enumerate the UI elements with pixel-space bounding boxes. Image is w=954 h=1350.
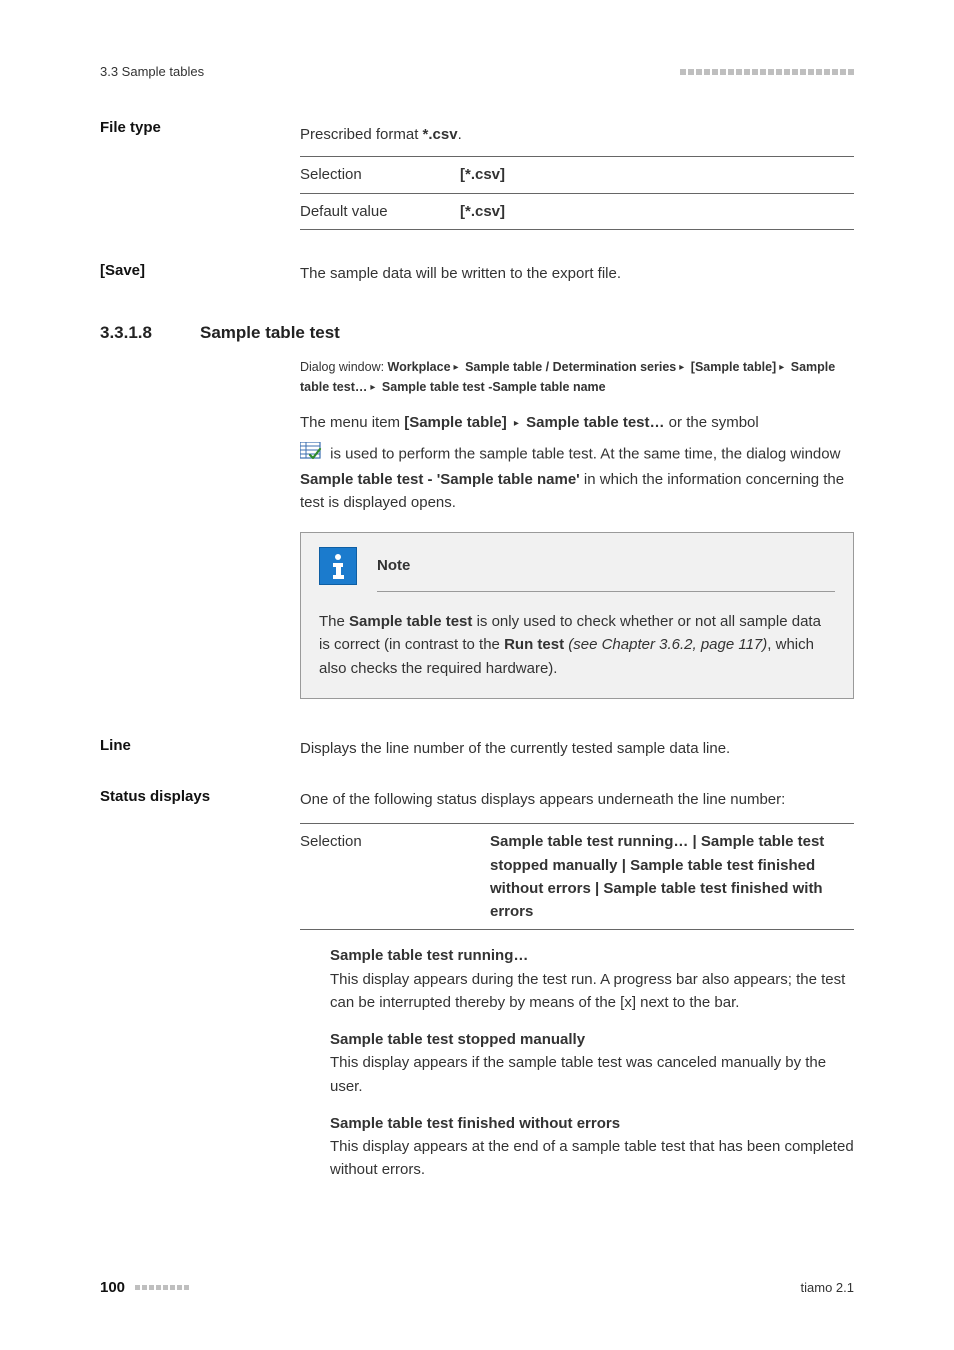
text: or the symbol xyxy=(665,414,759,431)
page-footer: 100 tiamo 2.1 xyxy=(100,1279,854,1296)
kv-row: Selection Sample table test running… | S… xyxy=(300,828,854,925)
text-bold: Sample table test - 'Sample table name' xyxy=(300,471,580,488)
kv-key: Default value xyxy=(300,200,460,223)
divider xyxy=(300,156,854,157)
kv-val: [*.csv] xyxy=(460,200,505,223)
section-title: Sample table test xyxy=(200,323,854,343)
body-paragraph: The menu item [Sample table] ▸ Sample ta… xyxy=(300,411,854,434)
chevron-right-icon: ▸ xyxy=(679,360,684,376)
prescribed-prefix: Prescribed format xyxy=(300,126,423,143)
note-title: Note xyxy=(377,554,410,577)
breadcrumb-prefix: Dialog window: xyxy=(300,360,388,374)
divider xyxy=(300,823,854,824)
footer-dots xyxy=(135,1285,189,1290)
line-body: Displays the line number of the currentl… xyxy=(300,737,854,760)
kv-val: [*.csv] xyxy=(460,163,505,186)
breadcrumb-part: Workplace xyxy=(388,360,451,374)
header-dots xyxy=(680,69,854,75)
divider xyxy=(300,929,854,930)
text: The menu item xyxy=(300,414,404,431)
divider xyxy=(300,229,854,230)
text: The xyxy=(319,613,349,630)
kv-key: Selection xyxy=(300,830,490,853)
status-selection-values: Sample table test running… | Sample tabl… xyxy=(490,830,854,923)
page-number: 100 xyxy=(100,1279,125,1296)
prescribed-suffix: . xyxy=(458,126,462,143)
breadcrumb-part: Sample table test -Sample table name xyxy=(382,380,606,394)
prescribed-format-text: Prescribed format *.csv. xyxy=(300,123,854,146)
breadcrumb: Dialog window: Workplace▸ Sample table /… xyxy=(300,357,854,397)
page-header: 3.3 Sample tables xyxy=(100,64,854,79)
status-def-title: Sample table test finished without error… xyxy=(330,1112,854,1135)
status-option: Sample table test running… xyxy=(490,833,688,850)
divider xyxy=(377,591,835,592)
divider xyxy=(300,193,854,194)
file-type-block: File type Prescribed format *.csv. Selec… xyxy=(100,119,854,234)
chevron-right-icon: ▸ xyxy=(514,416,519,432)
text-bold: Sample table test xyxy=(349,613,472,630)
status-definition: Sample table test running… This display … xyxy=(330,944,854,1014)
status-label: Status displays xyxy=(100,788,300,1182)
kv-row: Selection [*.csv] xyxy=(300,161,854,188)
breadcrumb-part: Sample table / Determination series xyxy=(465,360,676,374)
save-label: [Save] xyxy=(100,262,300,285)
line-block: Line Displays the line number of the cur… xyxy=(100,737,854,760)
section-number: 3.3.1.8 xyxy=(100,323,200,343)
footer-product: tiamo 2.1 xyxy=(801,1280,854,1295)
save-body: The sample data will be written to the e… xyxy=(300,262,854,285)
sample-table-test-icon xyxy=(300,442,322,467)
breadcrumb-part: [Sample table] xyxy=(691,360,776,374)
file-type-label: File type xyxy=(100,119,300,234)
status-definition: Sample table test stopped manually This … xyxy=(330,1028,854,1098)
text-italic: (see Chapter 3.6.2, page 117) xyxy=(564,636,767,653)
status-def-title: Sample table test running… xyxy=(330,944,854,967)
header-section: 3.3 Sample tables xyxy=(100,64,204,79)
body-paragraph: is used to perform the sample table test… xyxy=(300,442,854,514)
section-heading: 3.3.1.8 Sample table test xyxy=(100,323,854,343)
note-text: The Sample table test is only used to ch… xyxy=(319,610,835,680)
text-bold: Sample table test… xyxy=(526,414,664,431)
status-block: Status displays One of the following sta… xyxy=(100,788,854,1182)
status-def-body: This display appears at the end of a sam… xyxy=(330,1135,854,1182)
text: is used to perform the sample table test… xyxy=(330,446,840,463)
status-def-body: This display appears during the test run… xyxy=(330,968,854,1015)
note-box: Note The Sample table test is only used … xyxy=(300,532,854,699)
status-def-title: Sample table test stopped manually xyxy=(330,1028,854,1051)
chevron-right-icon: ▸ xyxy=(370,380,375,396)
section-body: Dialog window: Workplace▸ Sample table /… xyxy=(100,351,854,709)
prescribed-bold: *.csv xyxy=(423,126,458,143)
chevron-right-icon: ▸ xyxy=(454,360,459,376)
status-def-body: This display appears if the sample table… xyxy=(330,1051,854,1098)
chevron-right-icon: ▸ xyxy=(779,360,784,376)
save-block: [Save] The sample data will be written t… xyxy=(100,262,854,285)
kv-row: Default value [*.csv] xyxy=(300,198,854,225)
status-intro: One of the following status displays app… xyxy=(300,788,854,811)
line-label: Line xyxy=(100,737,300,760)
status-definition: Sample table test finished without error… xyxy=(330,1112,854,1182)
info-icon xyxy=(319,547,357,585)
text-bold: [Sample table] xyxy=(404,414,507,431)
text-bold: Run test xyxy=(504,636,564,653)
kv-key: Selection xyxy=(300,163,460,186)
